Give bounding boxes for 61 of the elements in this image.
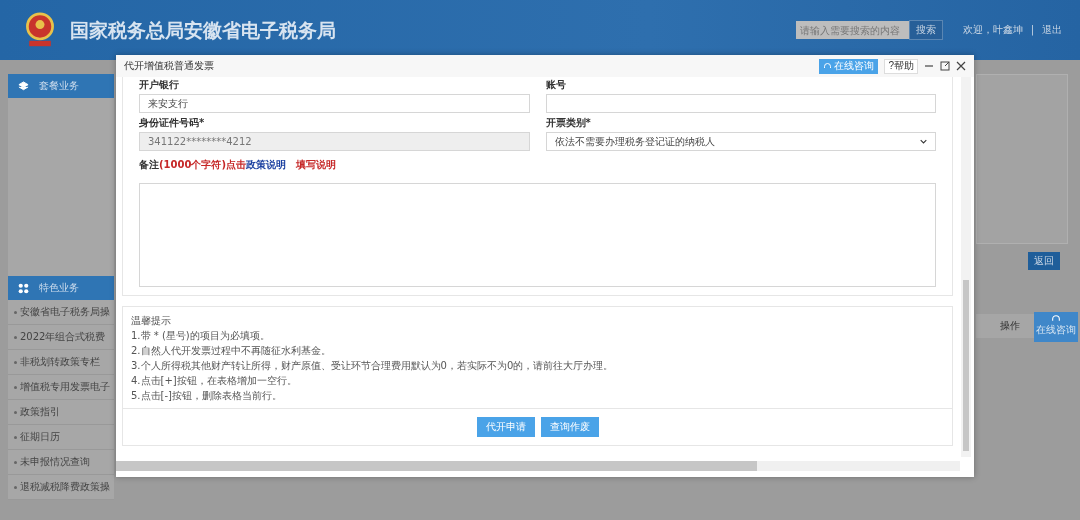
sidebar-item[interactable]: 未申报情况查询 — [20, 456, 90, 468]
tips-title: 温馨提示 — [131, 315, 172, 327]
bullet-icon — [14, 435, 17, 439]
tip-text: 2.自然人代开发票过程中不再随征水利基金。 — [131, 345, 332, 357]
sidebar-header-label: 特色业务 — [39, 282, 79, 294]
policy-link[interactable]: 政策说明 — [246, 159, 286, 171]
bullet-icon — [14, 310, 17, 314]
input-field[interactable]: 来安支行 — [139, 94, 530, 113]
logout-link[interactable]: 退出 — [1042, 24, 1062, 36]
tip-text: 5.点击[-]按钮，删除表格当前行。 — [131, 390, 283, 402]
consult-button[interactable]: 在线咨询 — [1034, 312, 1078, 342]
sidebar-item[interactable]: 安徽省电子税务局操 — [20, 306, 110, 318]
column-header: 操作 — [1000, 320, 1020, 332]
bullet-icon — [14, 360, 17, 364]
horizontal-scrollbar[interactable] — [116, 461, 960, 471]
sidebar-item[interactable]: 退税减税降费政策操 — [20, 481, 110, 493]
bullet-icon — [14, 485, 17, 489]
remark-textarea[interactable] — [139, 183, 936, 287]
bullet-icon — [14, 335, 17, 339]
sidebar-header[interactable]: 特色业务 — [8, 276, 114, 300]
vertical-scrollbar[interactable] — [961, 77, 971, 457]
search-field[interactable]: 请输入需要搜索的内容 — [795, 21, 909, 39]
welcome-text: 欢迎，叶鑫坤 — [962, 24, 1023, 36]
sidebar-header[interactable]: 套餐业务 — [8, 74, 114, 98]
field-label: 开票类别* — [545, 117, 592, 129]
separator: | — [1030, 24, 1034, 36]
sidebar-item[interactable]: 征期日历 — [20, 431, 60, 443]
field-label: 身份证件号码* — [139, 117, 206, 129]
tip-text: 4.点击[+]按钮，在表格增加一空行。 — [131, 375, 298, 387]
field-label: 开户银行 — [139, 79, 180, 91]
instructions-link[interactable]: 填写说明 — [296, 159, 336, 171]
help-button[interactable]: ?帮助 — [884, 58, 918, 74]
hint-text: 点击 — [226, 159, 246, 171]
headset-icon — [1051, 314, 1061, 324]
action-button[interactable]: 查询作废 — [540, 417, 599, 437]
chevron-icon — [920, 139, 927, 144]
sidebar-item[interactable]: 非税划转政策专栏 — [20, 356, 100, 368]
bullet-icon — [14, 460, 17, 464]
sidebar-header-label: 套餐业务 — [39, 80, 79, 92]
bullet-icon — [14, 385, 17, 389]
tip-text: 1.带 * (星号)的项目为必填项。 — [131, 330, 271, 342]
action-button[interactable]: 代开申请 — [476, 417, 535, 437]
field-label: 账号 — [545, 79, 567, 91]
close-icon[interactable] — [956, 61, 966, 71]
bullet-icon — [14, 410, 17, 414]
dialog-title: 代开增值税普通发票 — [124, 60, 215, 72]
sidebar-item[interactable]: 增值税专用发票电子 — [20, 381, 110, 393]
search-button[interactable]: 搜索 — [908, 20, 943, 40]
layers-icon — [18, 80, 29, 92]
tip-text: 3.个人所得税其他财产转让所得，财产原值、受让环节合理费用默认为0，若实际不为0的，请前往大厅办理。 — [131, 360, 615, 372]
maximize-icon[interactable] — [940, 61, 950, 71]
character-limit: (1000个字符) — [159, 159, 226, 171]
grid-icon — [18, 282, 29, 294]
input-field[interactable] — [545, 94, 936, 113]
headset-icon — [823, 61, 833, 71]
back-button[interactable]: 返回 — [1028, 252, 1060, 270]
remark-label: 备注 — [139, 159, 159, 171]
select-field[interactable]: 依法不需要办理税务登记证的纳税人 — [545, 132, 936, 151]
sidebar-item[interactable]: 2022年组合式税费 — [20, 331, 106, 343]
sidebar-item[interactable]: 政策指引 — [20, 406, 60, 418]
consult-button[interactable]: 在线咨询 — [819, 58, 879, 74]
